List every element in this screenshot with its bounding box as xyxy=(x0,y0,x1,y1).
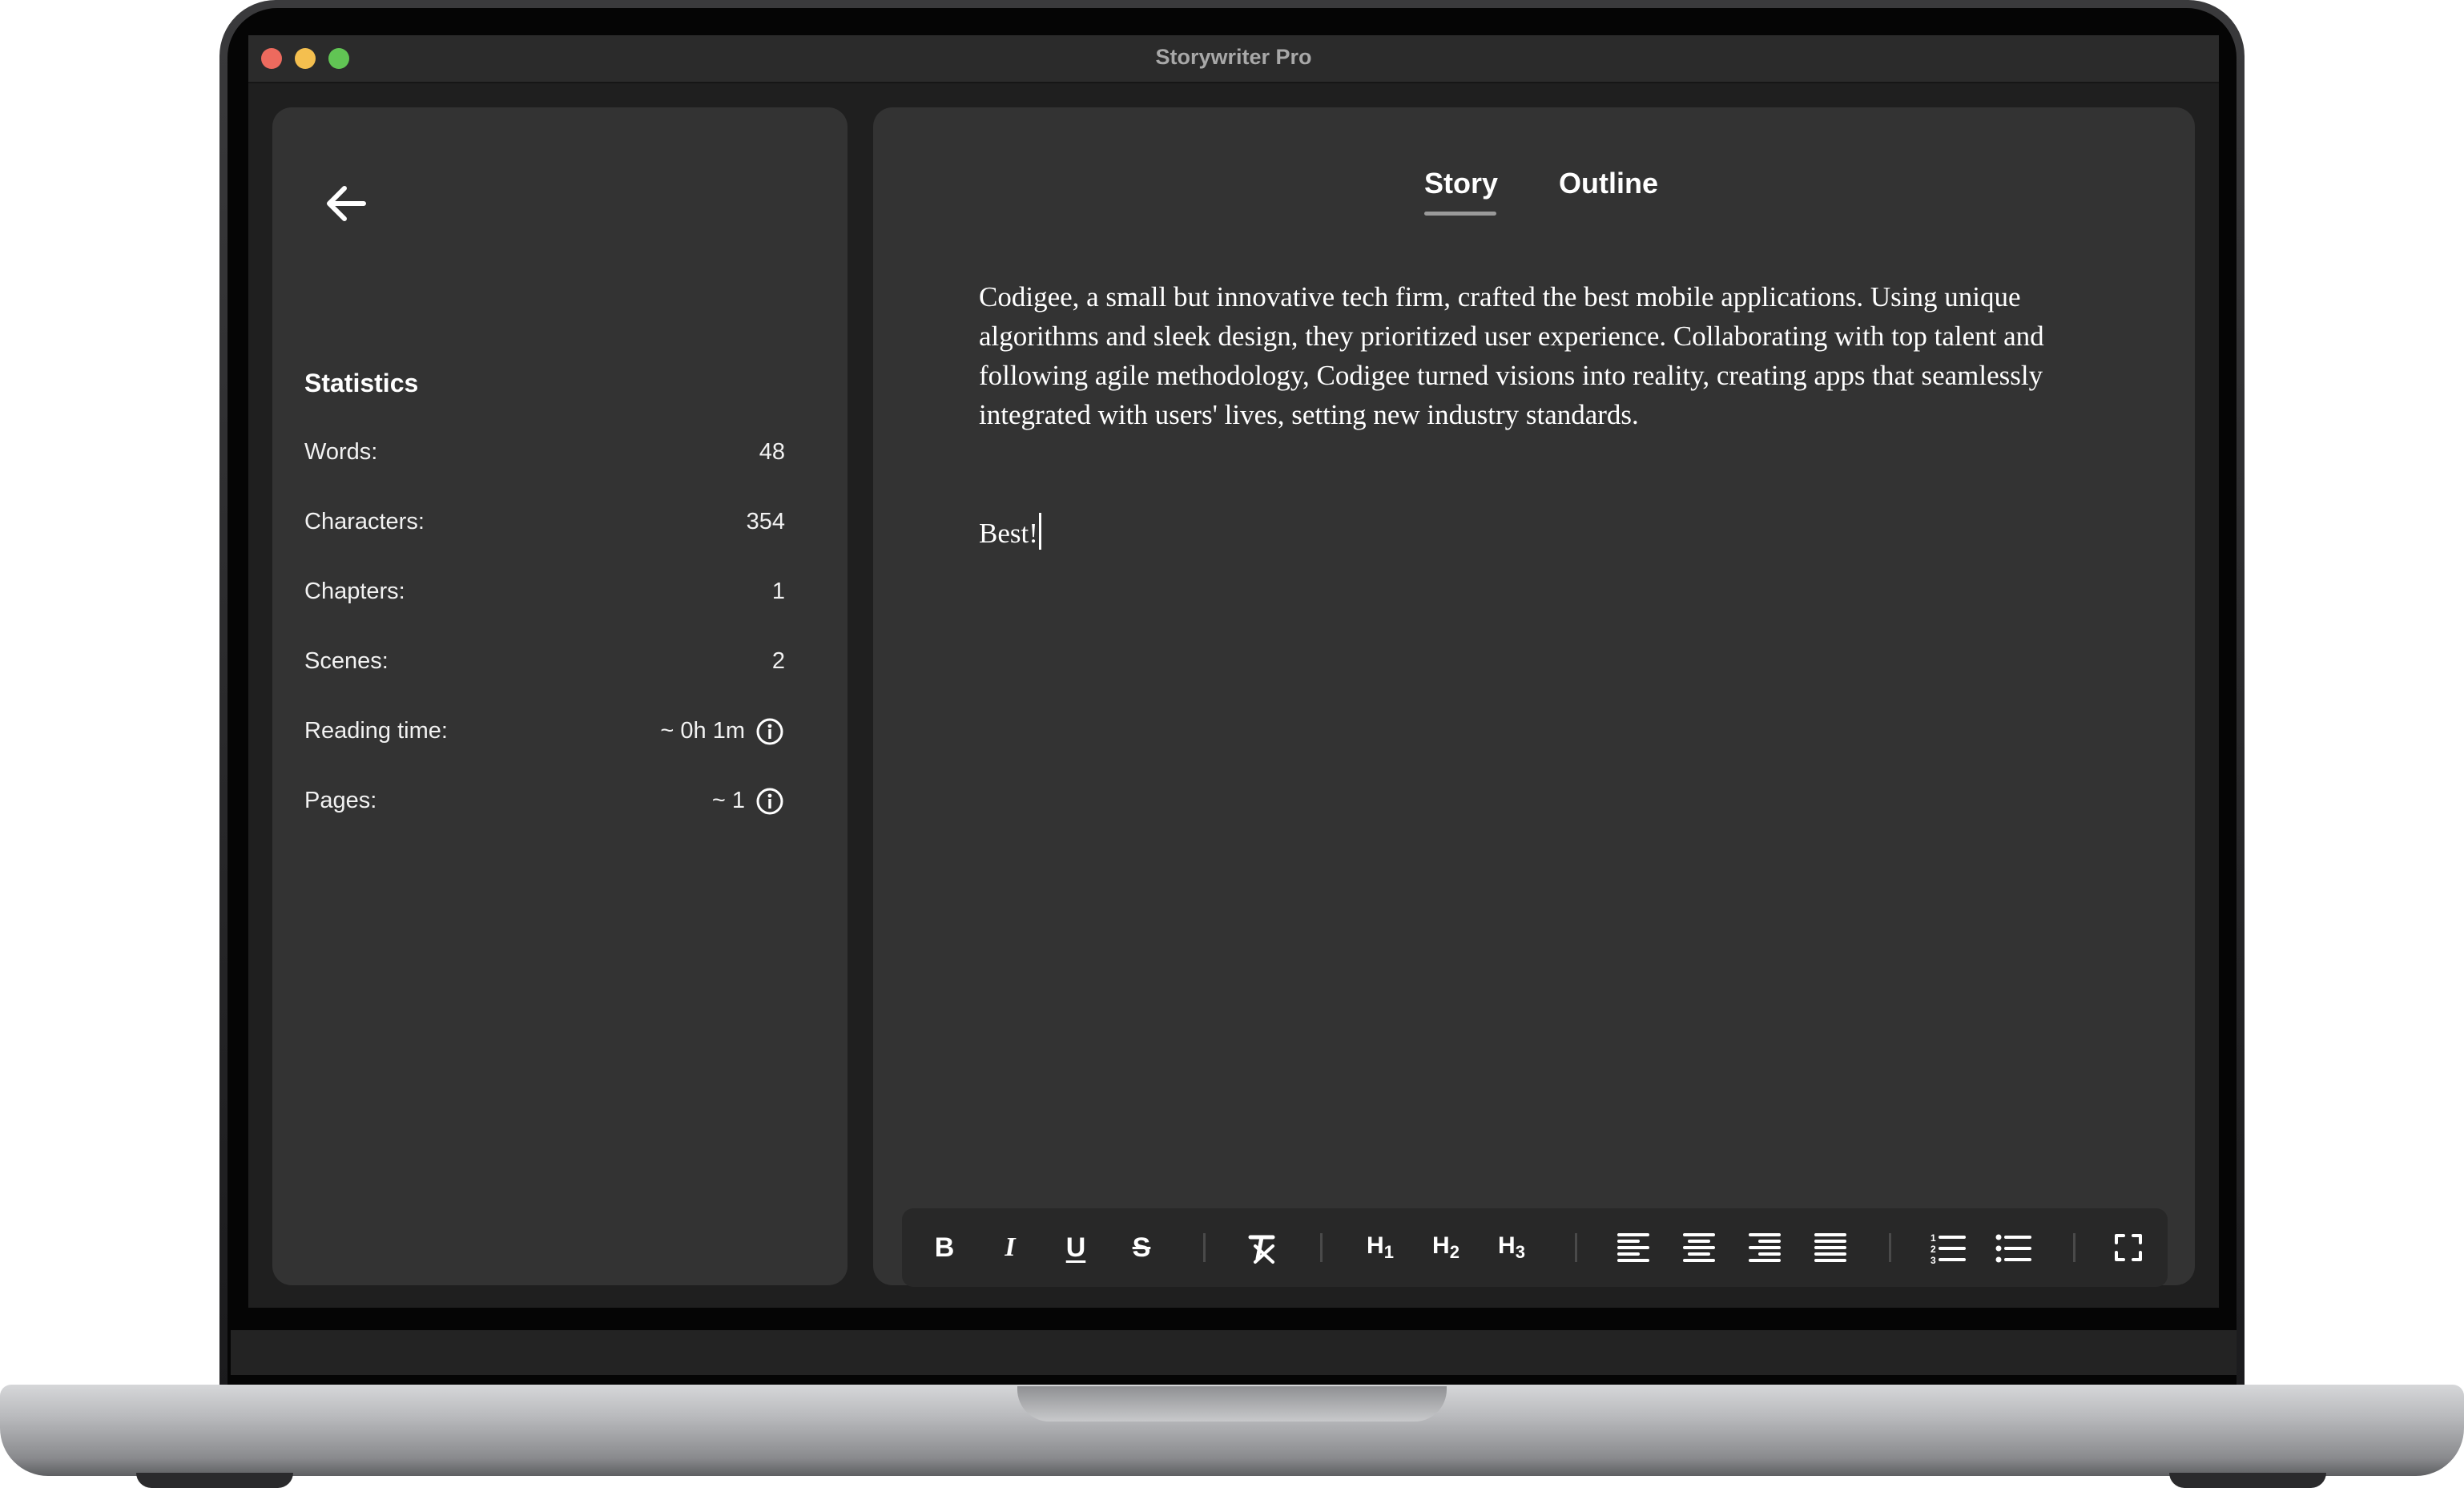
stat-value: 48 xyxy=(759,439,785,465)
story-paragraph[interactable]: Codigee, a small but innovative tech fir… xyxy=(979,277,2068,434)
toolbar-divider xyxy=(2073,1233,2075,1262)
screen-bottom-strip xyxy=(231,1330,2237,1375)
align-center-button[interactable] xyxy=(1676,1224,1722,1271)
align-right-icon xyxy=(1749,1233,1781,1262)
stat-row-pages: Pages: ~ 1 xyxy=(304,783,785,818)
stat-value: 1 xyxy=(771,579,785,604)
statistics-heading: Statistics xyxy=(304,369,419,397)
info-icon[interactable] xyxy=(755,786,785,817)
statistics-panel: Statistics Words: 48 Characters: 354 Cha… xyxy=(272,107,848,1285)
tab-story[interactable]: Story xyxy=(1424,167,1498,200)
stat-row-scenes: Scenes: 2 xyxy=(304,643,785,679)
story-editor[interactable]: Codigee, a small but innovative tech fir… xyxy=(979,277,2068,553)
toolbar-divider xyxy=(1889,1233,1891,1262)
formatting-toolbar: B I U S H1 H2 H3 1 2 3 xyxy=(902,1208,2168,1287)
heading-3-button[interactable]: H3 xyxy=(1488,1224,1535,1271)
heading-3-icon: H3 xyxy=(1498,1232,1525,1262)
align-justify-icon xyxy=(1814,1233,1846,1262)
fullscreen-button[interactable] xyxy=(2105,1224,2152,1271)
heading-1-icon: H1 xyxy=(1367,1232,1394,1262)
bold-icon: B xyxy=(934,1232,955,1263)
stat-label: Words: xyxy=(304,439,378,465)
strikethrough-button[interactable]: S xyxy=(1118,1224,1165,1271)
italic-button[interactable]: I xyxy=(987,1224,1033,1271)
story-paragraph-text[interactable]: Best! xyxy=(979,518,1038,549)
info-icon[interactable] xyxy=(755,716,785,747)
stat-value: ~ 0h 1m xyxy=(660,718,745,744)
laptop-foot-left xyxy=(136,1473,293,1488)
stat-label: Reading time: xyxy=(304,718,448,744)
story-paragraph[interactable]: Best! xyxy=(979,513,2068,553)
app-window: Storywriter Pro Statistics Words: 48 Cha… xyxy=(248,35,2219,1308)
stat-value: ~ 1 xyxy=(711,788,745,813)
strikethrough-icon: S xyxy=(1132,1232,1151,1263)
align-right-button[interactable] xyxy=(1741,1224,1788,1271)
clear-formatting-button[interactable] xyxy=(1238,1224,1285,1271)
underline-icon: U xyxy=(1065,1232,1086,1263)
underline-button[interactable]: U xyxy=(1053,1224,1099,1271)
numbered-list-icon: 1 2 3 xyxy=(1931,1232,1966,1265)
align-justify-button[interactable] xyxy=(1807,1224,1854,1271)
stat-label: Characters: xyxy=(304,509,425,534)
tab-outline[interactable]: Outline xyxy=(1559,167,1658,200)
text-cursor xyxy=(1038,513,1041,550)
bold-button[interactable]: B xyxy=(921,1224,968,1271)
arrow-left-icon xyxy=(327,186,366,221)
svg-text:2: 2 xyxy=(1931,1244,1936,1255)
active-tab-indicator xyxy=(1424,212,1496,216)
back-button[interactable] xyxy=(320,178,372,229)
heading-2-icon: H2 xyxy=(1432,1232,1459,1262)
toolbar-divider xyxy=(1575,1233,1577,1262)
stat-label: Scenes: xyxy=(304,648,389,674)
stat-row-reading-time: Reading time: ~ 0h 1m xyxy=(304,713,785,748)
stat-label: Pages: xyxy=(304,788,377,813)
align-left-icon xyxy=(1617,1233,1649,1262)
editor-panel: Story Outline Codigee, a small but innov… xyxy=(873,107,2195,1287)
clear-format-icon xyxy=(1248,1235,1275,1264)
stat-row-characters: Characters: 354 xyxy=(304,504,785,539)
svg-text:3: 3 xyxy=(1931,1255,1936,1265)
fullscreen-icon xyxy=(2115,1234,2142,1261)
bullet-list-icon xyxy=(1995,1234,2031,1263)
laptop-notch xyxy=(1017,1386,1447,1421)
bullet-list-button[interactable] xyxy=(1990,1224,2036,1271)
heading-2-button[interactable]: H2 xyxy=(1423,1224,1469,1271)
align-left-button[interactable] xyxy=(1610,1224,1657,1271)
stat-label: Chapters: xyxy=(304,579,405,604)
stat-value: 2 xyxy=(771,648,785,674)
italic-icon: I xyxy=(1005,1232,1016,1262)
heading-1-button[interactable]: H1 xyxy=(1357,1224,1403,1271)
align-center-icon xyxy=(1683,1233,1715,1262)
svg-text:1: 1 xyxy=(1931,1232,1936,1244)
laptop-foot-right xyxy=(2169,1473,2326,1488)
toolbar-divider xyxy=(1203,1233,1206,1262)
window-title: Storywriter Pro xyxy=(1155,45,1312,69)
title-bar: Storywriter Pro xyxy=(248,35,2219,83)
stat-row-words: Words: 48 xyxy=(304,434,785,470)
numbered-list-button[interactable]: 1 2 3 xyxy=(1924,1224,1971,1271)
stat-row-chapters: Chapters: 1 xyxy=(304,574,785,609)
toolbar-divider xyxy=(1320,1233,1323,1262)
stat-value: 354 xyxy=(746,509,785,534)
